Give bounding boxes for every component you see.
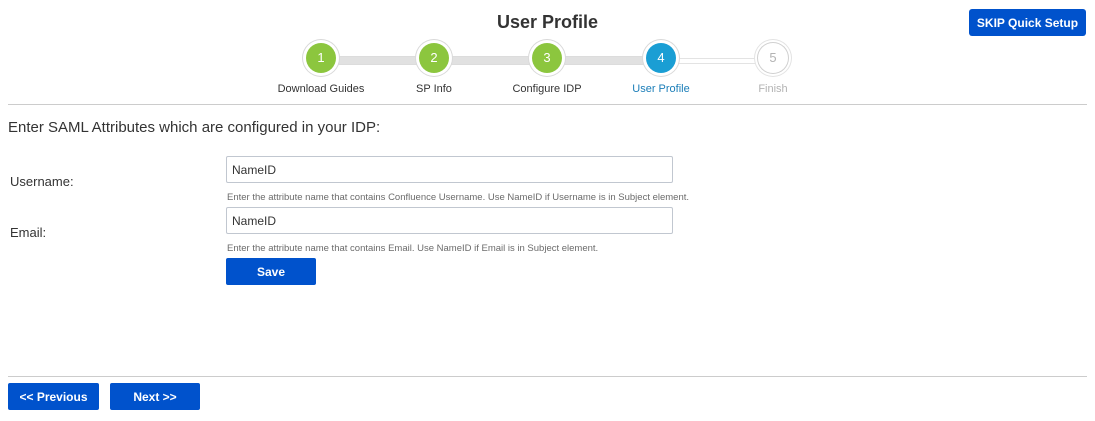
step-label: User Profile bbox=[632, 83, 690, 95]
step-label: Finish bbox=[758, 83, 788, 95]
previous-button[interactable]: << Previous bbox=[8, 383, 99, 410]
page-title: User Profile bbox=[496, 12, 599, 32]
step-number-badge: 5 bbox=[758, 43, 788, 73]
skip-quick-setup-button[interactable]: SKIP Quick Setup bbox=[969, 9, 1086, 36]
step-label: Configure IDP bbox=[512, 83, 582, 95]
email-attribute-input[interactable] bbox=[226, 207, 673, 234]
step-label: Download Guides bbox=[277, 83, 365, 95]
step-number-badge: 4 bbox=[646, 43, 676, 73]
step-number-badge: 1 bbox=[306, 43, 336, 73]
step-label: SP Info bbox=[416, 83, 452, 95]
section-heading: Enter SAML Attributes which are configur… bbox=[8, 119, 381, 136]
step-user-profile[interactable]: 4 User Profile bbox=[601, 40, 721, 95]
username-label: Username: bbox=[10, 174, 74, 189]
step-number-badge: 2 bbox=[419, 43, 449, 73]
username-help-text: Enter the attribute name that contains C… bbox=[227, 192, 690, 203]
next-button[interactable]: Next >> bbox=[110, 383, 200, 410]
setup-stepper: 1 Download Guides 2 SP Info 3 Configure … bbox=[0, 40, 1095, 100]
step-finish: 5 Finish bbox=[713, 40, 833, 95]
step-download-guides[interactable]: 1 Download Guides bbox=[261, 40, 381, 95]
footer-divider bbox=[8, 376, 1087, 377]
step-configure-idp[interactable]: 3 Configure IDP bbox=[487, 40, 607, 95]
step-number-badge: 3 bbox=[532, 43, 562, 73]
step-sp-info[interactable]: 2 SP Info bbox=[374, 40, 494, 95]
header-divider bbox=[8, 104, 1087, 105]
username-attribute-input[interactable] bbox=[226, 156, 673, 183]
email-label: Email: bbox=[10, 225, 47, 240]
save-button[interactable]: Save bbox=[226, 258, 316, 285]
email-help-text: Enter the attribute name that contains E… bbox=[227, 243, 599, 254]
